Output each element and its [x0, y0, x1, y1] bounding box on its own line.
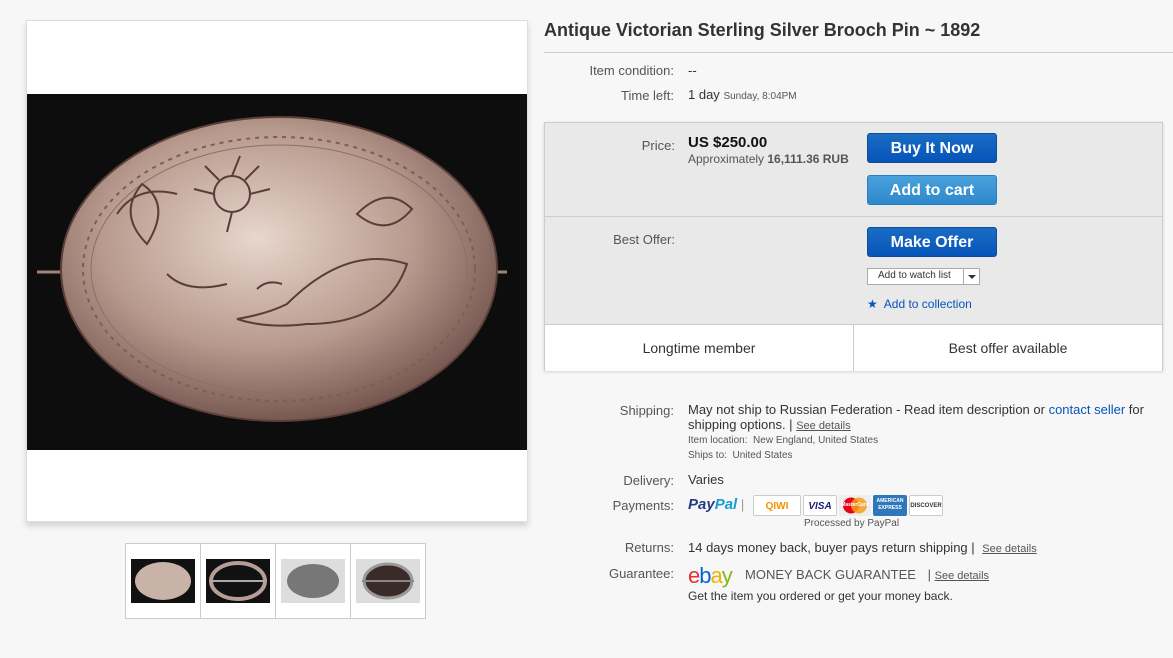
paypal-logo: PayPal |	[688, 496, 744, 513]
best-offer-label: Best Offer:	[613, 232, 675, 247]
ebay-logo: ebay	[688, 563, 733, 589]
chevron-down-icon[interactable]	[963, 269, 979, 284]
thumbnail-2[interactable]	[200, 543, 276, 619]
buy-box: Price: US $250.00 Approximately 16,111.3…	[544, 122, 1163, 371]
ebay-logo-b: b	[699, 563, 711, 588]
item-title: Antique Victorian Sterling Silver Brooch…	[544, 20, 1173, 53]
time-left-end: Sunday, 8:04PM	[723, 91, 797, 102]
thumbnail-brooch-pin-icon	[356, 559, 420, 603]
money-back-guarantee-text: MONEY BACK GUARANTEE	[745, 567, 916, 582]
shipping-label: Shipping:	[619, 403, 674, 418]
ships-to-value: United States	[732, 450, 793, 461]
paypal-logo-pal: Pal	[714, 496, 738, 513]
returns-label: Returns:	[624, 540, 674, 555]
main-product-photo[interactable]	[27, 94, 527, 450]
delivery-value: Varies	[688, 472, 724, 487]
mastercard-card-icon: MasterCard	[839, 495, 871, 516]
make-offer-button[interactable]: Make Offer	[867, 227, 997, 257]
add-to-collection-link[interactable]: ★ Add to collection	[867, 297, 972, 311]
add-to-cart-button[interactable]: Add to cart	[867, 175, 997, 205]
guarantee-label: Guarantee:	[608, 566, 674, 581]
payments-label: Payments:	[612, 498, 674, 513]
visa-card-icon: VISA	[803, 495, 837, 516]
returns-policy: 14 days money back, buyer pays return sh…	[688, 540, 975, 555]
time-left-label: Time left:	[621, 88, 674, 103]
discover-card-icon: DISCOVER	[909, 495, 943, 516]
qiwi-card-icon: QIWI	[753, 495, 801, 516]
price-value: US $250.00	[688, 134, 768, 151]
shipping-text: May not ship to Russian Federation - Rea…	[688, 402, 1045, 417]
time-left-days: 1 day	[688, 87, 720, 102]
thumbnail-1[interactable]	[125, 543, 201, 619]
mastercard-text: MasterCard	[841, 502, 869, 508]
seller-badges-strip: Longtime member Best offer available	[545, 324, 1162, 371]
ships-to: Ships to: United States	[688, 450, 793, 461]
price-approx-value: 16,111.36 RUB	[767, 152, 849, 166]
payments-separator: |	[740, 497, 745, 512]
ebay-logo-y: y	[721, 563, 733, 588]
shipping-text-for: for	[1128, 402, 1144, 417]
price-approx-prefix: Approximately	[688, 152, 765, 166]
ebay-logo-a: a	[710, 563, 723, 588]
thumbnail-3[interactable]	[275, 543, 351, 619]
watch-list-label: Add to watch list	[878, 270, 951, 281]
paypal-logo-pay: Pay	[688, 496, 715, 513]
buy-box-divider	[545, 216, 1162, 217]
brooch-image	[37, 116, 507, 422]
thumbnail-strip	[125, 543, 426, 619]
thumbnail-4[interactable]	[350, 543, 426, 619]
guarantee-see-details-link[interactable]: See details	[935, 570, 989, 582]
contact-seller-link[interactable]: contact seller	[1049, 402, 1126, 417]
delivery-label: Delivery:	[623, 473, 674, 488]
returns-see-details-link[interactable]: See details	[982, 543, 1036, 555]
add-to-watch-list-button[interactable]: Add to watch list	[867, 268, 980, 285]
shipping-details: May not ship to Russian Federation - Rea…	[688, 402, 1163, 434]
price-approx: Approximately 16,111.36 RUB	[688, 152, 849, 166]
price-label: Price:	[641, 138, 675, 153]
item-location-value: New England, United States	[753, 435, 879, 446]
best-offer-available-badge: Best offer available	[948, 340, 1068, 356]
add-to-collection-label: Add to collection	[883, 297, 972, 311]
processed-by-paypal: Processed by PayPal	[804, 518, 900, 529]
item-condition-label: Item condition:	[589, 63, 674, 78]
returns-value: 14 days money back, buyer pays return sh…	[688, 540, 1037, 555]
thumbnail-brooch-front-icon	[131, 559, 195, 603]
item-location-label: Item location:	[688, 435, 748, 446]
time-left-value: 1 day Sunday, 8:04PM	[688, 87, 797, 102]
shipping-text-options: shipping options. |	[688, 417, 793, 432]
thumbnail-brooch-back-icon	[206, 559, 270, 603]
longtime-member-badge: Longtime member	[545, 325, 854, 371]
shipping-see-details-link[interactable]: See details	[796, 420, 850, 432]
item-condition-value: --	[688, 63, 697, 78]
star-icon: ★	[867, 297, 878, 311]
item-location: Item location: New England, United State…	[688, 435, 878, 446]
amex-card-icon: AMERICAN EXPRESS	[873, 495, 907, 516]
money-back-guarantee: MONEY BACK GUARANTEE | See details	[745, 567, 989, 582]
main-product-image-frame[interactable]	[26, 20, 528, 522]
guarantee-separator: |	[927, 567, 931, 582]
guarantee-note: Get the item you ordered or get your mon…	[688, 589, 953, 603]
payment-cards: QIWI VISA MasterCard AMERICAN EXPRESS DI…	[753, 495, 943, 517]
ships-to-label: Ships to:	[688, 450, 727, 461]
buy-it-now-button[interactable]: Buy It Now	[867, 133, 997, 163]
thumbnail-brooch-side-icon	[281, 559, 345, 603]
ebay-logo-e: e	[688, 563, 700, 588]
